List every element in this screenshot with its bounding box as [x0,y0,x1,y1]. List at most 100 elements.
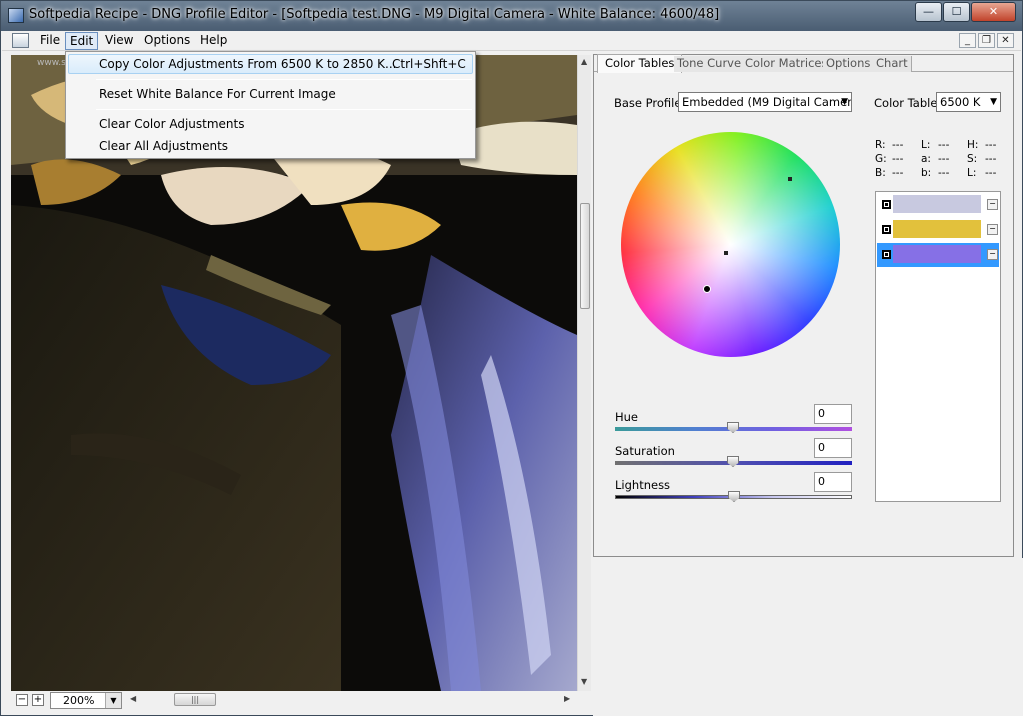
menu-file[interactable]: File [36,32,64,50]
menu-edit[interactable]: Edit [65,32,99,50]
menu-item-copy-color-adjustments[interactable]: Copy Color Adjustments From 6500 K to 28… [99,57,396,71]
vertical-scroll-thumb[interactable] [580,203,590,309]
tab-color-tables[interactable]: Color Tables [597,54,683,73]
color-swatch [893,195,981,213]
color-swatch [893,220,981,238]
swatch-row-selected[interactable]: − [877,243,999,267]
base-profile-select[interactable]: Embedded (M9 Digital Camera) ▼ [678,92,852,112]
lightness-label: Lightness [615,478,671,492]
remove-swatch-button[interactable]: − [987,199,998,210]
menu-view[interactable]: View [101,32,137,50]
checkbox-icon[interactable] [882,250,891,259]
color-table-label: Color Table: [874,96,942,110]
scroll-up-arrow-icon[interactable]: ▲ [581,57,587,66]
menu-item-reset-white-balance[interactable]: Reset White Balance For Current Image [99,87,336,101]
readout-value: --- [985,153,997,165]
app-icon [8,8,24,23]
readout-value: --- [985,139,997,151]
readout-value: --- [892,139,904,151]
readout-label: L: [967,167,977,179]
menu-separator [96,109,472,110]
title-bar[interactable]: Softpedia Recipe - DNG Profile Editor - … [1,1,1022,31]
remove-swatch-button[interactable]: − [987,249,998,260]
tab-tone-curve[interactable]: Tone Curve [674,56,746,72]
lightness-slider[interactable] [615,491,852,502]
saturation-slider[interactable] [615,456,852,467]
base-profile-value: Embedded (M9 Digital Camera) [682,95,852,109]
readout-value: --- [938,153,950,165]
app-window: Softpedia Recipe - DNG Profile Editor - … [0,0,1023,716]
readout-value: --- [892,167,904,179]
color-wheel-center-point [724,251,728,255]
readout-label: a: [921,153,931,165]
readout-label: B: [875,167,886,179]
base-profile-label: Base Profile: [614,96,686,110]
swatch-row[interactable]: − [877,193,999,217]
zoom-out-button[interactable]: − [16,694,28,706]
mdi-close-button[interactable]: ✕ [997,33,1014,48]
checkbox-icon[interactable] [882,200,891,209]
scroll-left-arrow-icon[interactable]: ◀ [130,694,136,703]
chevron-down-icon: ▼ [990,97,997,107]
mdi-minimize-button[interactable]: _ [959,33,976,48]
color-table-select[interactable]: 6500 K ▼ [936,92,1001,112]
tab-color-matrices[interactable]: Color Matrices [742,56,832,72]
profile-settings-panel: Color Tables Tone Curve Color Matrices O… [593,54,1014,557]
hue-slider[interactable] [615,422,852,433]
readout-label: H: [967,139,979,151]
menu-separator [96,79,472,80]
readout-label: L: [921,139,931,151]
saturation-label: Saturation [615,444,675,458]
zoom-value: 200% [63,694,95,707]
readout-value: --- [938,167,950,179]
image-vertical-scrollbar[interactable]: ▲ ▼ [577,55,591,691]
tab-chart[interactable]: Chart [873,56,912,72]
color-swatch [893,245,981,263]
window-title: Softpedia Recipe - DNG Profile Editor - … [29,7,720,22]
horizontal-scroll-thumb[interactable]: ||| [174,693,216,706]
remove-swatch-button[interactable]: − [987,224,998,235]
readout-value: --- [892,153,904,165]
hue-slider-handle[interactable] [727,422,739,433]
menu-help[interactable]: Help [196,32,231,50]
readout-value: --- [985,167,997,179]
scroll-down-arrow-icon[interactable]: ▼ [581,677,587,686]
zoom-in-button[interactable]: + [32,694,44,706]
edit-menu-dropdown: Copy Color Adjustments From 6500 K to 28… [65,51,476,159]
swatch-row[interactable]: − [877,218,999,242]
readout-label: b: [921,167,932,179]
mdi-restore-button[interactable]: ❐ [978,33,995,48]
readout-value: --- [938,139,950,151]
menu-bar: File Edit View Options Help _ ❐ ✕ [2,31,1021,51]
minimize-button[interactable]: — [915,2,942,22]
saturation-input[interactable]: 0 [814,438,852,458]
saturation-slider-handle[interactable] [727,456,739,467]
image-horizontal-scrollbar[interactable]: ◀ ||| ▶ [128,693,574,707]
lightness-input[interactable]: 0 [814,472,852,492]
menu-item-clear-color-adjustments[interactable]: Clear Color Adjustments [99,117,245,131]
readout-label: S: [967,153,978,165]
maximize-button[interactable]: ☐ [943,2,970,22]
hue-label: Hue [615,410,639,424]
color-swatch-list[interactable]: − − − [875,191,1001,502]
color-wheel-selected-point[interactable] [703,285,711,293]
chevron-down-icon[interactable]: ▼ [105,693,121,708]
menu-item-clear-all-adjustments[interactable]: Clear All Adjustments [99,139,228,153]
document-icon[interactable] [12,33,29,48]
menu-options[interactable]: Options [140,32,194,50]
image-status-bar: − + 200% ▼ ◀ ||| ▶ [2,691,592,715]
empty-area [593,558,1023,716]
lightness-slider-handle[interactable] [728,491,740,502]
close-button[interactable]: ✕ [971,2,1016,22]
readout-label: G: [875,153,887,165]
chevron-down-icon: ▼ [841,97,848,107]
color-wheel-point[interactable] [788,177,792,181]
copy-shortcut-label: Ctrl+Shft+C [392,57,466,71]
scroll-right-arrow-icon[interactable]: ▶ [564,694,570,703]
color-wheel[interactable] [621,132,840,357]
zoom-select[interactable]: 200% ▼ [50,692,122,709]
hue-input[interactable]: 0 [814,404,852,424]
checkbox-icon[interactable] [882,225,891,234]
tab-options[interactable]: Options [823,56,875,72]
readout-label: R: [875,139,886,151]
